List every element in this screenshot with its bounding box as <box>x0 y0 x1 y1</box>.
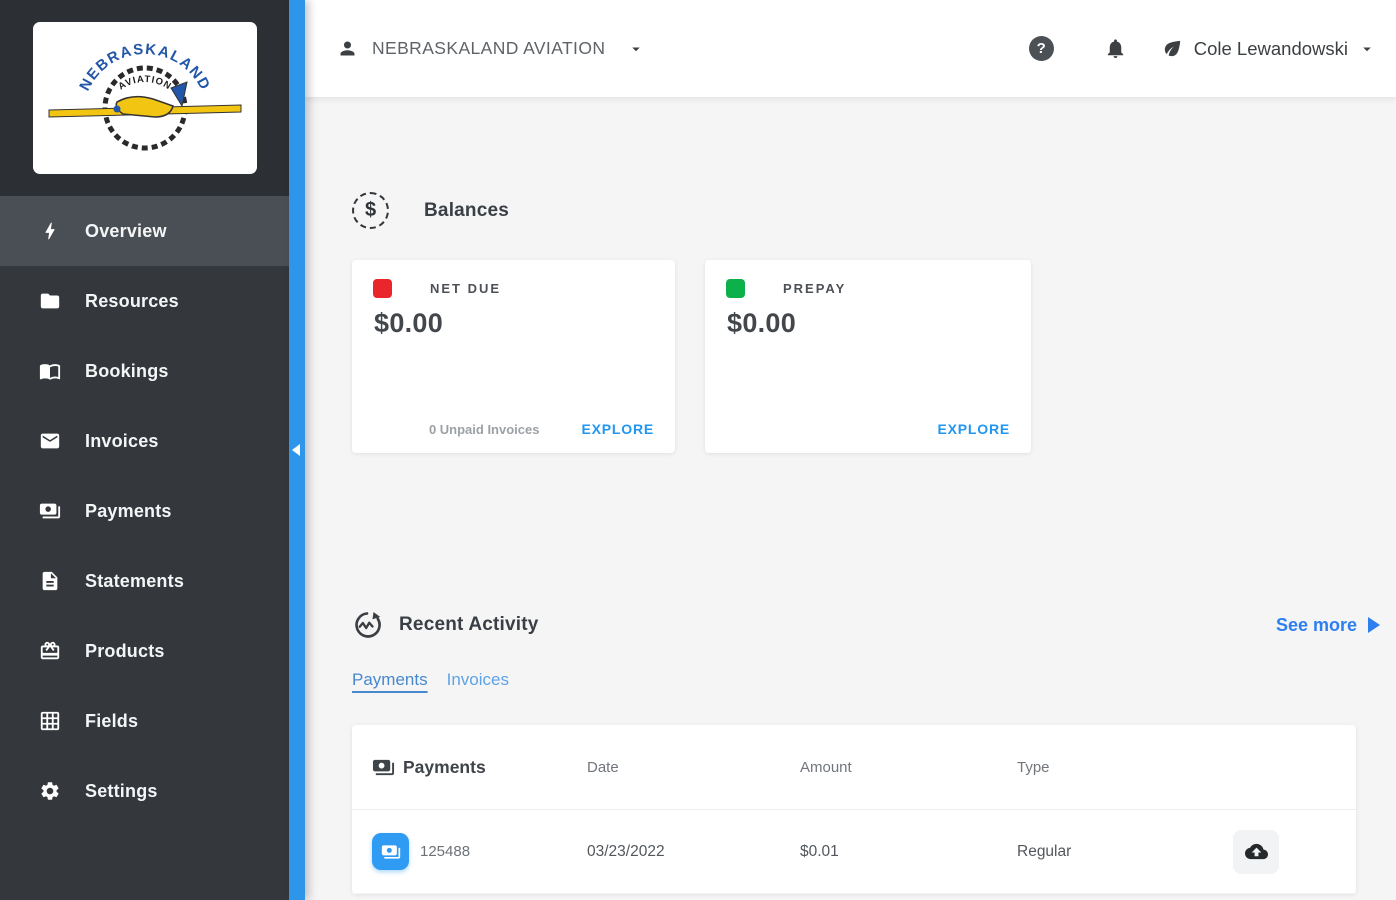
recent-activity-title: Recent Activity <box>399 614 539 635</box>
recent-activity-title-group: Recent Activity <box>352 610 539 640</box>
sidebar: NEBRASKALAND AVIATION Overview Resources… <box>0 0 289 900</box>
sidebar-item-label: Fields <box>85 710 139 731</box>
sidebar-item-overview[interactable]: Overview <box>0 196 289 266</box>
envelope-icon <box>38 429 62 453</box>
help-button[interactable]: ? <box>1028 36 1054 61</box>
dollar-glyph: $ <box>364 199 377 221</box>
chevron-down-icon <box>1363 47 1371 51</box>
sidebar-item-label: Products <box>85 640 165 661</box>
payment-type: Regular <box>1017 842 1072 860</box>
nebraskaland-aviation-logo-image: NEBRASKALAND AVIATION <box>48 41 242 151</box>
sidebar-item-payments[interactable]: Payments <box>0 476 289 546</box>
table-row[interactable]: 125488 03/23/2022 $0.01 Regular <box>352 810 1356 894</box>
chevron-down-icon <box>632 47 641 51</box>
sidebar-item-label: Payments <box>85 500 172 521</box>
prepay-card: PREPAY $0.00 EXPLORE <box>705 260 1031 453</box>
cash-icon <box>38 499 62 523</box>
org-name: NEBRASKALAND AVIATION <box>372 38 606 58</box>
leaf-icon <box>1164 40 1180 57</box>
arrow-right-icon <box>1368 617 1380 633</box>
sidebar-item-label: Invoices <box>85 430 159 451</box>
see-more-label: See more <box>1275 614 1357 635</box>
sidebar-item-invoices[interactable]: Invoices <box>0 406 289 476</box>
person-icon <box>340 41 355 56</box>
prepay-label: PREPAY <box>783 281 847 296</box>
folder-icon <box>38 289 62 313</box>
balance-cards: NET DUE $0.00 0 Unpaid Invoices EXPLORE … <box>352 260 1380 453</box>
payment-date: 03/23/2022 <box>587 842 665 860</box>
sidebar-collapse-stripe[interactable] <box>289 0 305 900</box>
download-receipt-button[interactable] <box>1233 829 1279 874</box>
sidebar-item-products[interactable]: Products <box>0 616 289 686</box>
topbar-right: ? Cole Lewandowski <box>1028 36 1376 61</box>
payment-id-cell: 125488 <box>372 833 587 870</box>
collapse-arrow-icon[interactable] <box>292 444 300 456</box>
user-name: Cole Lewandowski <box>1193 37 1348 59</box>
sidebar-item-bookings[interactable]: Bookings <box>0 336 289 406</box>
column-header-amount: Amount <box>800 758 852 776</box>
see-more-link[interactable]: See more <box>1276 615 1380 636</box>
activity-refresh-icon <box>352 610 382 640</box>
sidebar-item-resources[interactable]: Resources <box>0 266 289 336</box>
company-logo: NEBRASKALAND AVIATION <box>33 22 257 174</box>
balances-title: Balances <box>424 199 510 221</box>
logo-area: NEBRASKALAND AVIATION <box>0 0 289 196</box>
sidebar-item-label: Resources <box>85 290 179 311</box>
recent-activity-tabs: Payments Invoices <box>352 670 1380 690</box>
recent-activity-header: Recent Activity See more <box>352 610 1380 640</box>
prepay-explore-link[interactable]: EXPLORE <box>937 421 1010 437</box>
content: $ Balances NET DUE $0.00 0 Unpaid Invoic… <box>305 97 1396 900</box>
document-icon <box>38 569 62 593</box>
sidebar-item-label: Bookings <box>85 360 169 381</box>
net-due-label: NET DUE <box>430 281 502 296</box>
bolt-icon <box>38 219 62 243</box>
user-menu[interactable]: Cole Lewandowski <box>1161 37 1376 60</box>
sidebar-item-settings[interactable]: Settings <box>0 756 289 826</box>
net-due-explore-link[interactable]: EXPLORE <box>581 421 654 437</box>
column-header-date: Date <box>587 758 619 776</box>
org-selector[interactable]: NEBRASKALAND AVIATION <box>337 38 645 59</box>
sidebar-item-label: Settings <box>85 780 158 801</box>
help-glyph: ? <box>1036 40 1046 57</box>
payments-table-header: Payments Date Amount Type <box>352 725 1356 810</box>
column-header-type: Type <box>1017 758 1050 776</box>
payments-table-title: Payments <box>403 756 486 777</box>
payment-tile-icon <box>372 833 409 870</box>
sidebar-nav: Overview Resources Bookings Invoices Pay… <box>0 196 289 826</box>
tab-payments[interactable]: Payments <box>352 670 428 690</box>
prepay-status-square <box>726 279 745 298</box>
sidebar-item-fields[interactable]: Fields <box>0 686 289 756</box>
prepay-amount: $0.00 <box>727 308 797 338</box>
main-area: NEBRASKALAND AVIATION ? Cole Lewandowski <box>305 0 1396 900</box>
app: NEBRASKALAND AVIATION Overview Resources… <box>0 0 1396 900</box>
prepay-card-header: PREPAY <box>726 279 1010 298</box>
net-due-card: NET DUE $0.00 0 Unpaid Invoices EXPLORE <box>352 260 675 453</box>
prepay-footer: EXPLORE <box>726 421 1010 437</box>
net-due-footer: 0 Unpaid Invoices EXPLORE <box>373 421 654 437</box>
cash-icon <box>372 759 395 775</box>
payment-id: 125488 <box>420 843 471 860</box>
net-due-card-header: NET DUE <box>373 279 654 298</box>
net-due-status-square <box>373 279 392 298</box>
tab-invoices[interactable]: Invoices <box>447 670 509 690</box>
unpaid-invoices-count: 0 Unpaid Invoices <box>428 421 540 437</box>
payments-table-title-cell: Payments <box>372 756 587 779</box>
net-due-amount: $0.00 <box>374 308 444 338</box>
notifications-button[interactable] <box>1104 37 1127 60</box>
balances-header: $ Balances <box>352 192 1380 229</box>
payment-amount: $0.01 <box>800 842 839 860</box>
grid-icon <box>38 709 62 733</box>
sidebar-item-label: Statements <box>85 570 185 591</box>
sidebar-item-statements[interactable]: Statements <box>0 546 289 616</box>
payments-table-card: Payments Date Amount Type 125488 03/23/2… <box>352 725 1356 894</box>
gear-icon <box>38 779 62 803</box>
cloud-download-icon <box>1244 843 1268 860</box>
gift-icon <box>38 639 62 663</box>
book-icon <box>38 359 62 383</box>
topbar: NEBRASKALAND AVIATION ? Cole Lewandowski <box>305 0 1396 97</box>
dollar-circle-icon: $ <box>352 192 389 229</box>
sidebar-item-label: Overview <box>85 220 167 241</box>
bell-icon <box>1107 39 1123 59</box>
